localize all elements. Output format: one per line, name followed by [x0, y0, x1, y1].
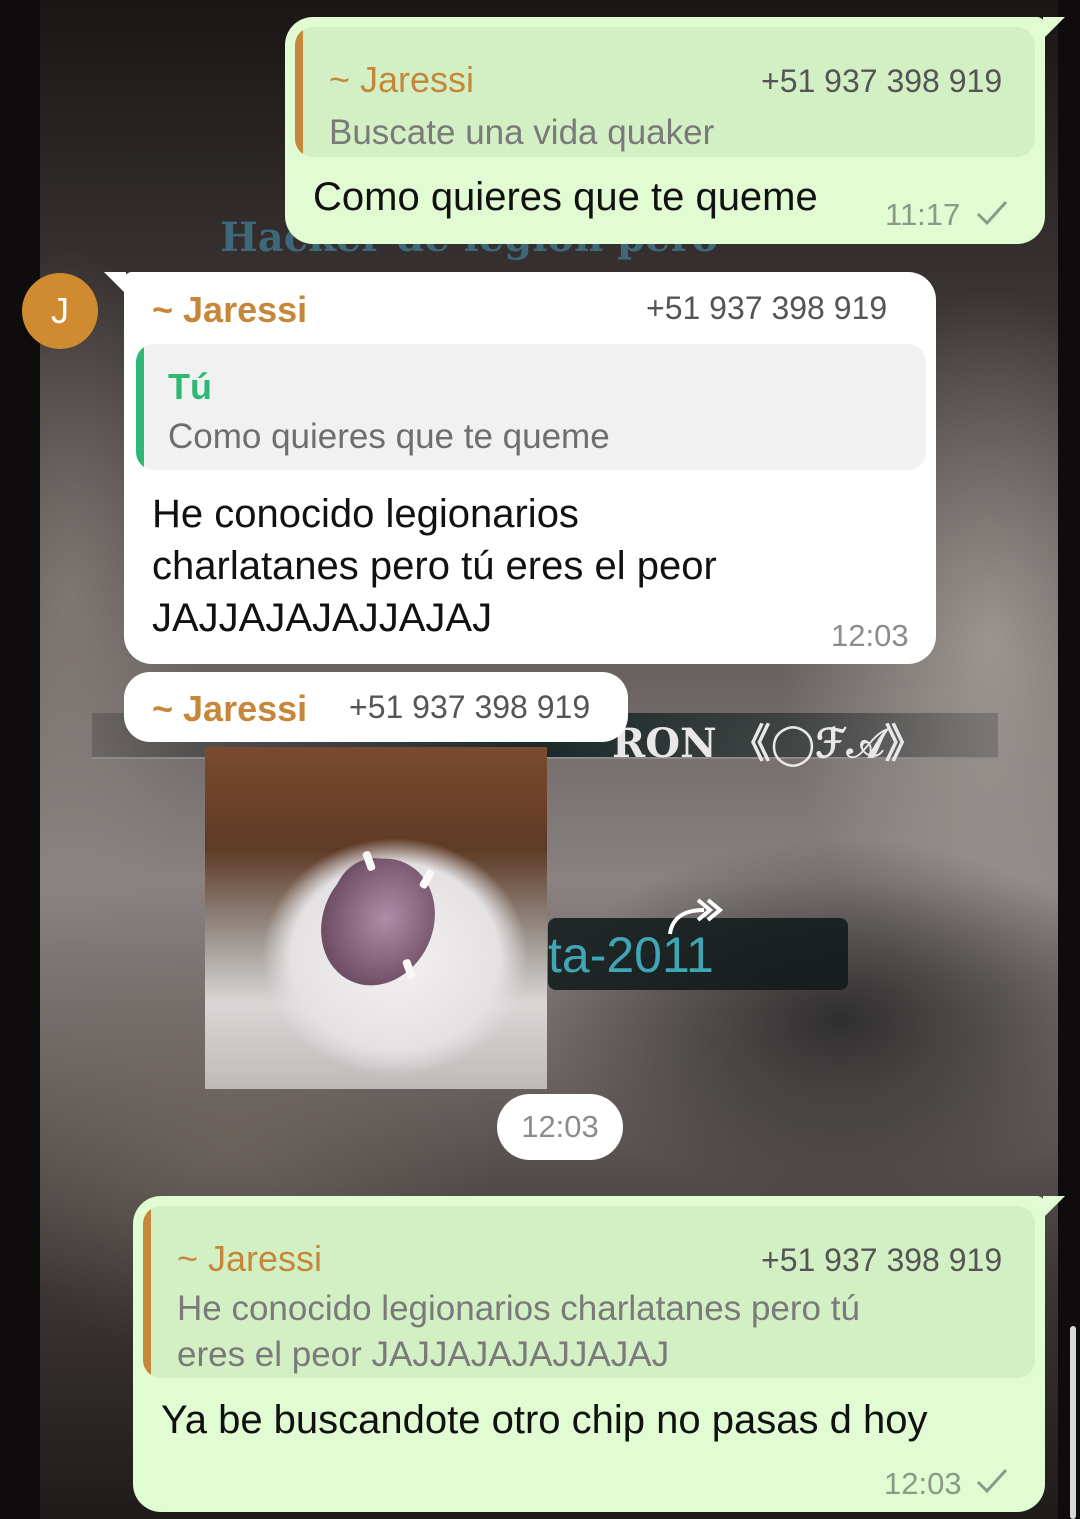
message-time: 12:03 — [884, 1466, 962, 1501]
quote-text: He conocido legionarios charlatanes pero… — [177, 1286, 860, 1378]
sticker-sender-header[interactable]: ~ Jaressi +51 937 398 919 — [124, 672, 628, 742]
check-icon — [976, 1468, 1008, 1494]
quote-sender: ~ Jaressi — [329, 59, 475, 100]
quote-bar — [295, 27, 303, 157]
quote-phone: +51 937 398 919 — [761, 63, 1003, 99]
quote-text: Como quieres que te queme — [168, 417, 610, 456]
bubble-tail — [1043, 17, 1065, 39]
message-text: He conocido legionarios charlatanes pero… — [152, 488, 717, 644]
reply-quote[interactable]: ~ Jaressi +51 937 398 919 Buscate una vi… — [295, 27, 1035, 157]
sticker-mouth — [300, 839, 456, 1005]
message-line: JAJJAJAJAJJAJAJ — [152, 596, 493, 640]
scrollbar-thumb[interactable] — [1070, 1326, 1076, 1519]
sender-name[interactable]: ~ Jaressi — [152, 289, 307, 331]
quote-line: He conocido legionarios charlatanes pero… — [177, 1289, 860, 1328]
sender-name[interactable]: ~ Jaressi — [152, 688, 307, 730]
message-line: He conocido legionarios — [152, 492, 579, 536]
message-bubble-outgoing[interactable]: ~ Jaressi +51 937 398 919 He conocido le… — [133, 1196, 1045, 1512]
message-line: charlatanes pero tú eres el peor — [152, 544, 717, 588]
sticker-time: 12:03 — [497, 1094, 623, 1160]
message-text: Ya be buscandote otro chip no pasas d ho… — [161, 1398, 928, 1442]
check-icon — [976, 200, 1008, 226]
quote-bar — [143, 1206, 151, 1378]
message-time: 11:17 — [885, 197, 961, 232]
message-text: Como quieres que te queme — [313, 175, 818, 219]
sender-phone: +51 937 398 919 — [349, 689, 591, 725]
quote-sender: Tú — [168, 366, 212, 407]
forward-icon[interactable] — [664, 896, 724, 940]
quote-sender: ~ Jaressi — [177, 1238, 323, 1279]
message-bubble-outgoing[interactable]: ~ Jaressi +51 937 398 919 Buscate una vi… — [285, 17, 1045, 244]
wallpaper-edge-left — [0, 0, 40, 1519]
avatar[interactable]: J — [22, 273, 98, 349]
bubble-tail — [1043, 1196, 1065, 1218]
reply-quote[interactable]: Tú Como quieres que te queme — [136, 344, 926, 470]
reply-quote[interactable]: ~ Jaressi +51 937 398 919 He conocido le… — [143, 1206, 1035, 1378]
wallpaper-edge-right — [1058, 0, 1080, 1519]
message-bubble-incoming[interactable]: ~ Jaressi +51 937 398 919 Tú Como quiere… — [124, 272, 936, 664]
sender-phone: +51 937 398 919 — [646, 290, 888, 326]
quote-line: eres el peor JAJJAJAJAJJAJAJ — [177, 1335, 670, 1374]
quote-phone: +51 937 398 919 — [761, 1242, 1003, 1278]
sticker-tooth — [418, 868, 436, 890]
bubble-tail — [104, 272, 126, 294]
quote-text: Buscate una vida quaker — [329, 113, 715, 152]
screaming-cat-sticker[interactable] — [205, 747, 547, 1089]
message-time: 12:03 — [831, 618, 909, 653]
wallpaper-banner-text: RON 《◯ℱ𝒜》 — [612, 720, 925, 767]
quote-bar — [136, 344, 144, 470]
